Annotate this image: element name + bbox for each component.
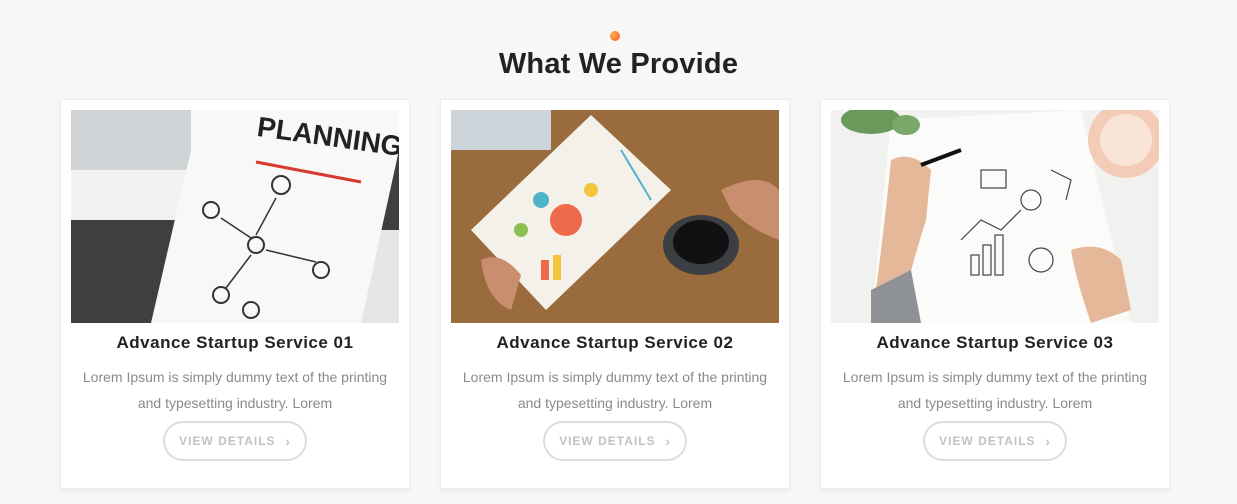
service-title: Advance Startup Service 01	[116, 333, 354, 352]
chevron-right-icon: ›	[1045, 433, 1051, 449]
service-description: Lorem Ipsum is simply dummy text of the …	[842, 369, 1148, 411]
view-details-label: VIEW DETAILS	[939, 434, 1036, 448]
service-title: Advance Startup Service 02	[496, 333, 734, 352]
service-card-1: PLANNING Advance Startup Service 01 Lore…	[60, 99, 410, 489]
view-details-label: VIEW DETAILS	[559, 434, 656, 448]
view-details-button[interactable]: VIEW DETAILS ›	[923, 421, 1067, 461]
service-title: Advance Startup Service 03	[876, 333, 1114, 352]
service-card-2: Advance Startup Service 02 Lorem Ipsum i…	[440, 99, 790, 489]
view-details-label: VIEW DETAILS	[179, 434, 276, 448]
service-image-planning: PLANNING	[71, 110, 399, 323]
service-card-3: Advance Startup Service 03 Lorem Ipsum i…	[820, 99, 1170, 489]
accent-dot-icon	[610, 31, 620, 41]
section-title: What We Provide	[498, 48, 739, 80]
service-image-sketch	[831, 110, 1159, 323]
view-details-button[interactable]: VIEW DETAILS ›	[543, 421, 687, 461]
service-image-infographic	[451, 110, 779, 323]
service-description: Lorem Ipsum is simply dummy text of the …	[82, 369, 388, 411]
service-description: Lorem Ipsum is simply dummy text of the …	[462, 369, 768, 411]
chevron-right-icon: ›	[665, 433, 671, 449]
view-details-button[interactable]: VIEW DETAILS ›	[163, 421, 307, 461]
chevron-right-icon: ›	[285, 433, 291, 449]
